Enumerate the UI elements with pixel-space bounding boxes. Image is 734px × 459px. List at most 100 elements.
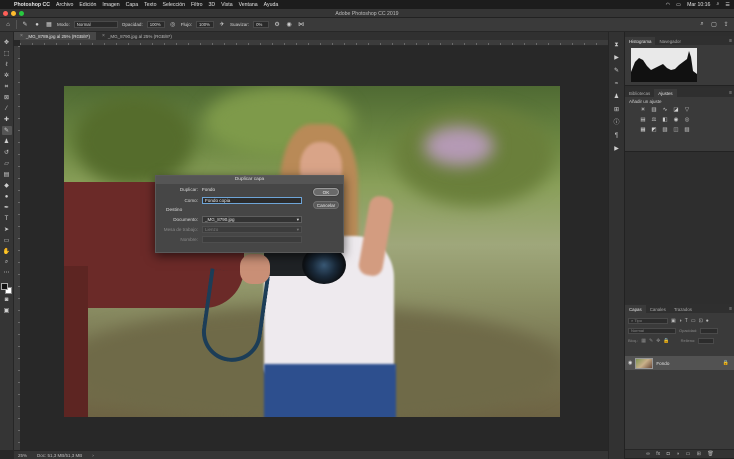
zoom-level[interactable]: 25% [18, 453, 27, 458]
cancel-button[interactable]: Cancelar [313, 201, 339, 209]
pressure-size-icon[interactable]: ◉ [285, 21, 293, 29]
posterize-icon[interactable]: ▧ [661, 127, 669, 135]
lasso-tool-icon[interactable]: ℓ [2, 60, 12, 70]
quick-mask-icon[interactable]: ◙ [2, 295, 12, 305]
opacity-field[interactable]: 100% [146, 21, 165, 28]
filter-type-icon[interactable]: T [685, 318, 688, 324]
lock-position-icon[interactable]: ✥ [656, 338, 660, 344]
tab-document-1[interactable]: × _MG_8789.jpg al 25% (RGB/8*) [14, 32, 96, 40]
timeline-icon[interactable]: ▶ [612, 144, 621, 153]
close-icon[interactable]: × [20, 33, 23, 39]
flow-field[interactable]: 100% [195, 21, 214, 28]
menu-filtro[interactable]: Filtro [191, 2, 203, 8]
tab-histogram[interactable]: Histograma [625, 37, 656, 45]
battery-icon[interactable]: ▭ [676, 2, 681, 8]
brush-size-icon[interactable]: ● [33, 21, 41, 29]
menu-archivo[interactable]: Archivo [56, 2, 73, 8]
panel-menu-icon[interactable]: ≡ [729, 38, 734, 44]
hue-saturation-icon[interactable]: ▤ [639, 117, 647, 125]
layer-opacity-field[interactable] [700, 327, 719, 334]
invert-icon[interactable]: ◩ [650, 127, 658, 135]
gradient-map-icon[interactable]: ▨ [683, 127, 691, 135]
layer-name[interactable]: Fondo [656, 361, 669, 366]
filter-smart-object-icon[interactable]: ⊡ [699, 318, 703, 324]
brightness-contrast-icon[interactable]: ☀ [639, 107, 647, 115]
menu-3d[interactable]: 3D [209, 2, 216, 8]
brush-tool-icon[interactable]: ✎ [21, 21, 29, 29]
panel-menu-icon[interactable]: ≡ [729, 90, 734, 96]
zoom-tool-icon[interactable]: ⌕ [2, 258, 12, 268]
layer-row[interactable]: ◉ Fondo 🔒 [625, 356, 734, 370]
tab-channels[interactable]: Canales [646, 305, 670, 313]
rectangle-tool-icon[interactable]: ▭ [2, 236, 12, 246]
gradient-tool-icon[interactable]: ▤ [2, 170, 12, 180]
menu-seleccion[interactable]: Selección [162, 2, 185, 8]
eraser-tool-icon[interactable]: ▱ [2, 159, 12, 169]
panel-menu-icon[interactable]: ≡ [729, 306, 734, 312]
menu-edicion[interactable]: Edición [79, 2, 96, 8]
name-input[interactable] [202, 236, 302, 243]
symmetry-icon[interactable]: ⋈ [297, 21, 305, 29]
airbrush-icon[interactable]: ✈ [218, 21, 226, 29]
pressure-opacity-icon[interactable]: ◎ [169, 21, 177, 29]
brush-settings-icon[interactable]: ▦ [45, 21, 53, 29]
levels-icon[interactable]: ▥ [650, 107, 658, 115]
control-center-icon[interactable]: ☰ [725, 2, 730, 8]
filter-pixel-icon[interactable]: ▣ [671, 318, 676, 324]
photo-filter-icon[interactable]: ◉ [672, 117, 680, 125]
new-group-icon[interactable]: ▭ [686, 451, 691, 457]
dodge-tool-icon[interactable]: ● [2, 192, 12, 202]
menu-ventana[interactable]: Ventana [239, 2, 258, 8]
actions-icon[interactable]: ▶ [612, 53, 621, 62]
lock-all-icon[interactable]: 🔒 [663, 338, 669, 344]
lock-transparency-icon[interactable]: ▦ [641, 338, 646, 344]
menu-imagen[interactable]: Imagen [102, 2, 119, 8]
lock-pixels-icon[interactable]: ✎ [649, 338, 653, 344]
eyedropper-tool-icon[interactable]: ⁄ [2, 104, 12, 114]
frame-tool-icon[interactable]: ⊠ [2, 93, 12, 103]
search-icon[interactable]: ⌕ [716, 1, 719, 8]
tab-document-2[interactable]: × _MG_8790.jpg al 25% (RGB/8*) [95, 32, 178, 40]
clone-stamp-tool-icon[interactable]: ♟ [2, 137, 12, 147]
color-swatches[interactable] [1, 282, 12, 294]
more-tools-icon[interactable]: ⋯ [2, 269, 12, 279]
layer-name-input[interactable]: Fondo copia [202, 197, 302, 204]
search-icon[interactable]: ⌕ [698, 21, 706, 29]
link-layers-icon[interactable]: ∞ [646, 451, 650, 457]
menu-texto[interactable]: Texto [144, 2, 156, 8]
layer-style-icon[interactable]: fx [656, 451, 660, 457]
wifi-icon[interactable]: ◠ [666, 2, 671, 8]
menu-app-name[interactable]: Photoshop CC [14, 2, 50, 8]
crop-tool-icon[interactable]: ⌗ [2, 82, 12, 92]
home-icon[interactable]: ⌂ [4, 21, 12, 29]
tab-layers[interactable]: Capas [625, 305, 646, 313]
path-selection-tool-icon[interactable]: ➤ [2, 225, 12, 235]
blend-mode-select[interactable]: Normal [628, 327, 676, 334]
screen-mode-icon[interactable]: ▣ [2, 306, 12, 316]
delete-layer-icon[interactable]: 🗑 [707, 451, 713, 457]
menu-clock[interactable]: Mar 10:16 [687, 2, 710, 8]
add-mask-icon[interactable]: ◘ [667, 451, 670, 457]
new-layer-icon[interactable]: ⊞ [697, 451, 701, 457]
color-lookup-icon[interactable]: ▦ [639, 127, 647, 135]
exposure-icon[interactable]: ◪ [672, 107, 680, 115]
chevron-right-icon[interactable]: › [92, 453, 94, 458]
tab-adjustments[interactable]: Ajustes [654, 89, 677, 97]
pen-tool-icon[interactable]: ✒ [2, 203, 12, 213]
glyphs-icon[interactable]: ¶ [612, 131, 621, 140]
clone-source-icon[interactable]: ♟ [612, 92, 621, 101]
visibility-eye-icon[interactable]: ◉ [628, 360, 632, 366]
brush-settings-icon[interactable]: ✎ [612, 66, 621, 75]
share-icon[interactable]: ⇪ [722, 21, 730, 29]
type-tool-icon[interactable]: T [2, 214, 12, 224]
tab-libraries[interactable]: Bibliotecas [625, 89, 654, 97]
workspace-icon[interactable]: ▢ [710, 21, 718, 29]
gear-icon[interactable]: ⚙ [273, 21, 281, 29]
foreground-color-swatch[interactable] [1, 282, 8, 290]
filter-adjustment-icon[interactable]: ◑ [679, 318, 682, 324]
document-select[interactable]: _MG_8790.jpg ▾ [202, 216, 302, 223]
quick-selection-tool-icon[interactable]: ✲ [2, 71, 12, 81]
close-icon[interactable]: × [102, 33, 105, 39]
new-adjustment-layer-icon[interactable]: ◑ [676, 451, 679, 457]
brushes-icon[interactable]: ≈ [612, 79, 621, 88]
